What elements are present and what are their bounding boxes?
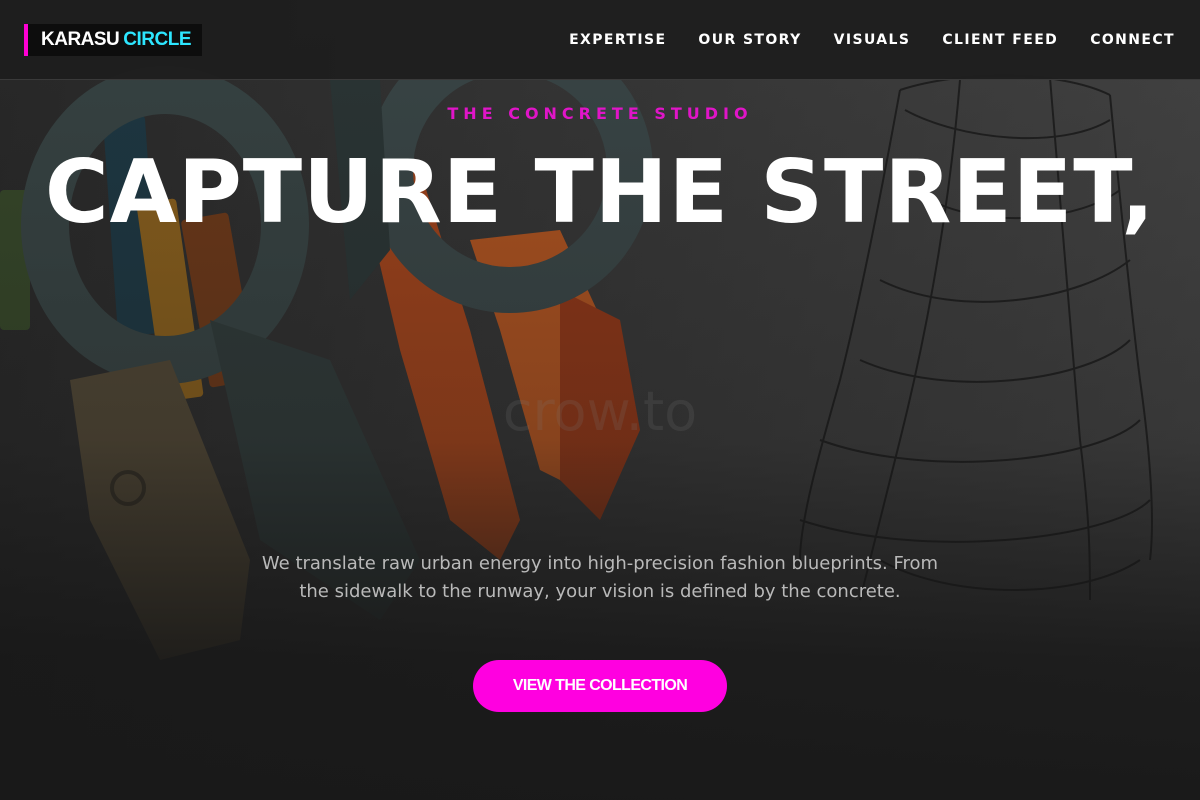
site-header: KARASU CIRCLE EXPERTISE OUR STORY VISUAL… <box>0 0 1200 80</box>
hero-eyebrow: THE CONCRETE STUDIO <box>447 104 753 123</box>
nav-item-connect[interactable]: CONNECT <box>1090 32 1175 48</box>
nav-item-client-feed[interactable]: CLIENT FEED <box>942 32 1058 48</box>
page: KARASU CIRCLE EXPERTISE OUR STORY VISUAL… <box>0 0 1200 800</box>
hero-description: We translate raw urban energy into high-… <box>261 553 939 602</box>
main-nav: EXPERTISE OUR STORY VISUALS CLIENT FEED … <box>569 0 1175 80</box>
logo-word-karasu: KARASU <box>41 29 120 50</box>
hero-headline: CAPTURE THE STREET, <box>44 141 1156 243</box>
nav-item-expertise[interactable]: EXPERTISE <box>569 32 666 48</box>
nav-item-visuals[interactable]: VISUALS <box>834 32 911 48</box>
view-collection-button[interactable]: VIEW THE COLLECTION <box>473 660 727 712</box>
image-watermark: crow.to <box>502 380 698 443</box>
nav-item-our-story[interactable]: OUR STORY <box>698 32 801 48</box>
logo-word-circle: CIRCLE <box>123 29 192 50</box>
brand-logo[interactable]: KARASU CIRCLE <box>24 24 203 56</box>
